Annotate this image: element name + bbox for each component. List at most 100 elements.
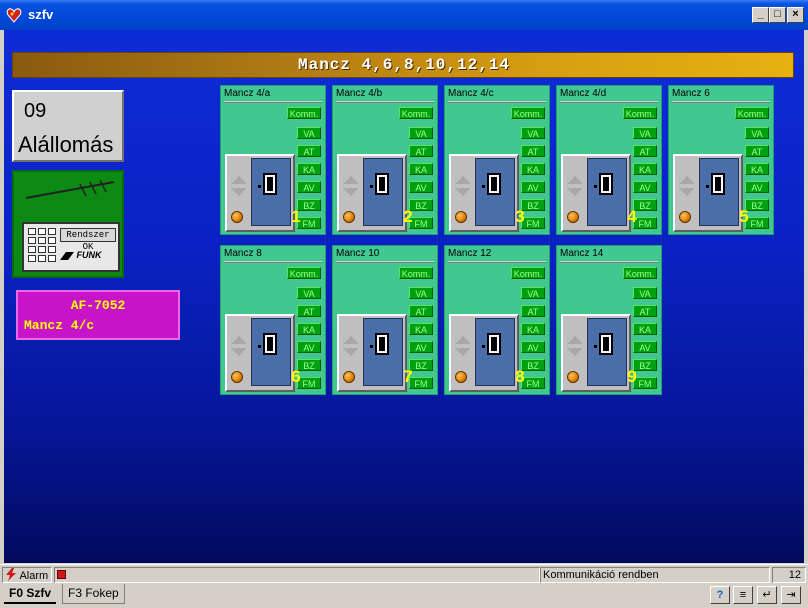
door-card[interactable]: Mancz 6 Komm. VA AT KA AV BZ FM 5 [668, 85, 774, 235]
av-tag[interactable]: AV [745, 181, 769, 193]
arrow-up-icon[interactable] [231, 176, 247, 184]
door-card[interactable]: Mancz 4/c Komm. VA AT KA AV BZ FM 3 [444, 85, 550, 235]
va-tag[interactable]: VA [633, 127, 657, 139]
arrow-up-icon[interactable] [567, 336, 583, 344]
komm-tag[interactable]: Komm. [623, 107, 657, 119]
ka-tag[interactable]: KA [297, 323, 321, 335]
ka-tag[interactable]: KA [745, 163, 769, 175]
va-tag[interactable]: VA [297, 287, 321, 299]
door-card[interactable]: Mancz 4/b Komm. VA AT KA AV BZ FM 2 [332, 85, 438, 235]
door-card[interactable]: Mancz 12 Komm. VA AT KA AV BZ FM 8 [444, 245, 550, 395]
komm-tag[interactable]: Komm. [511, 267, 545, 279]
arrow-down-icon[interactable] [567, 348, 583, 356]
arrow-down-icon[interactable] [455, 188, 471, 196]
help-button[interactable]: ? [710, 586, 730, 604]
title-bar[interactable]: szfv _ □ × [0, 0, 808, 30]
door-card[interactable]: Mancz 4/d Komm. VA AT KA AV BZ FM 4 [556, 85, 662, 235]
door-control[interactable]: 9 [561, 314, 637, 392]
close-button[interactable]: × [787, 7, 804, 23]
tab-f3-fokep[interactable]: F3 Fokep [62, 584, 125, 604]
at-tag[interactable]: AT [521, 305, 545, 317]
at-tag[interactable]: AT [409, 145, 433, 157]
door-control[interactable]: 6 [225, 314, 301, 392]
va-tag[interactable]: VA [409, 287, 433, 299]
va-tag[interactable]: VA [521, 127, 545, 139]
door-card[interactable]: Mancz 8 Komm. VA AT KA AV BZ FM 6 [220, 245, 326, 395]
door-card[interactable]: Mancz 10 Komm. VA AT KA AV BZ FM 7 [332, 245, 438, 395]
av-tag[interactable]: AV [409, 181, 433, 193]
alarm-indicator[interactable]: Alarm [2, 567, 52, 583]
arrow-up-icon[interactable] [343, 176, 359, 184]
device-panel[interactable]: Rendszer OK FUNK [12, 170, 124, 278]
minimize-button[interactable]: _ [752, 7, 769, 23]
komm-tag[interactable]: Komm. [735, 107, 769, 119]
av-tag[interactable]: AV [297, 341, 321, 353]
station-button[interactable]: 09 Alállomás [12, 90, 124, 162]
arrow-up-icon[interactable] [343, 336, 359, 344]
av-tag[interactable]: AV [297, 181, 321, 193]
av-tag[interactable]: AV [633, 181, 657, 193]
ka-tag[interactable]: KA [521, 323, 545, 335]
tab-f0-szfv[interactable]: F0 Szfv [4, 584, 57, 604]
va-tag[interactable]: VA [297, 127, 321, 139]
at-tag[interactable]: AT [521, 145, 545, 157]
arrow-down-icon[interactable] [231, 188, 247, 196]
exit-button[interactable]: ⇥ [781, 586, 801, 604]
door-control[interactable]: 4 [561, 154, 637, 232]
at-tag[interactable]: AT [297, 145, 321, 157]
arrow-down-icon[interactable] [231, 348, 247, 356]
alert-box[interactable]: AF-7052 Mancz 4/c [16, 290, 180, 340]
va-tag[interactable]: VA [633, 287, 657, 299]
ka-tag[interactable]: KA [633, 323, 657, 335]
at-tag[interactable]: AT [409, 305, 433, 317]
ka-tag[interactable]: KA [521, 163, 545, 175]
arrow-down-icon[interactable] [567, 188, 583, 196]
arrow-down-icon[interactable] [343, 188, 359, 196]
va-tag[interactable]: VA [745, 127, 769, 139]
va-tag[interactable]: VA [409, 127, 433, 139]
komm-tag[interactable]: Komm. [287, 267, 321, 279]
komm-tag[interactable]: Komm. [399, 107, 433, 119]
door-card[interactable]: Mancz 14 Komm. VA AT KA AV BZ FM 9 [556, 245, 662, 395]
av-tag[interactable]: AV [409, 341, 433, 353]
at-tag[interactable]: AT [297, 305, 321, 317]
antenna-icon [25, 179, 115, 199]
arrow-up-icon[interactable] [455, 176, 471, 184]
window-title: szfv [28, 7, 54, 22]
arrow-up-icon[interactable] [679, 176, 695, 184]
arrow-down-icon[interactable] [679, 188, 695, 196]
list-button[interactable]: ≡ [733, 586, 753, 604]
door-control[interactable]: 3 [449, 154, 525, 232]
door-control[interactable]: 8 [449, 314, 525, 392]
station-number: 09 [24, 100, 47, 122]
komm-tag[interactable]: Komm. [511, 107, 545, 119]
alarm-bolt-icon [6, 568, 16, 581]
av-tag[interactable]: AV [633, 341, 657, 353]
door-control[interactable]: 5 [673, 154, 749, 232]
at-tag[interactable]: AT [633, 305, 657, 317]
door-control[interactable]: 1 [225, 154, 301, 232]
at-tag[interactable]: AT [745, 145, 769, 157]
arrow-up-icon[interactable] [567, 176, 583, 184]
maximize-button[interactable]: □ [769, 7, 786, 23]
arrow-up-icon[interactable] [231, 336, 247, 344]
door-control[interactable]: 2 [337, 154, 413, 232]
arrow-down-icon[interactable] [455, 348, 471, 356]
arrow-down-icon[interactable] [343, 348, 359, 356]
ka-tag[interactable]: KA [297, 163, 321, 175]
komm-tag[interactable]: Komm. [287, 107, 321, 119]
ka-tag[interactable]: KA [409, 163, 433, 175]
komm-tag[interactable]: Komm. [399, 267, 433, 279]
komm-tag[interactable]: Komm. [623, 267, 657, 279]
ka-tag[interactable]: KA [409, 323, 433, 335]
av-tag[interactable]: AV [521, 341, 545, 353]
door-icon: 3 [475, 158, 525, 226]
door-card[interactable]: Mancz 4/a Komm. VA AT KA AV BZ FM 1 [220, 85, 326, 235]
va-tag[interactable]: VA [521, 287, 545, 299]
at-tag[interactable]: AT [633, 145, 657, 157]
ka-tag[interactable]: KA [633, 163, 657, 175]
enter-button[interactable]: ↵ [757, 586, 777, 604]
arrow-up-icon[interactable] [455, 336, 471, 344]
door-control[interactable]: 7 [337, 314, 413, 392]
av-tag[interactable]: AV [521, 181, 545, 193]
